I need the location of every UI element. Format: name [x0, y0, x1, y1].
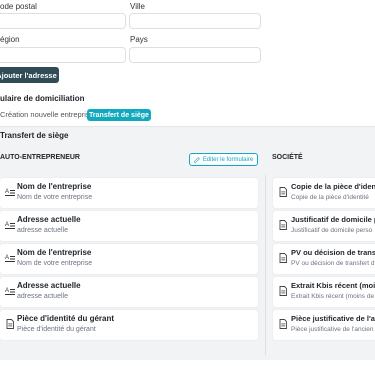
add-address-button[interactable]: Ajouter l'adresse [0, 67, 59, 83]
card-title: PV ou décision de transf [291, 248, 375, 257]
document-icon [6, 319, 14, 329]
postal-code-label: ode postal [0, 2, 37, 11]
card-subtitle: adresse actuelle [17, 227, 68, 234]
auto-card-company-name-2[interactable]: A Nom de l'entreprise Nom de votre entre… [0, 244, 258, 274]
city-input[interactable] [129, 13, 261, 29]
edit-form-label: Editer le formulaire [202, 156, 254, 163]
card-subtitle: Pièce d'identité du gérant [17, 326, 96, 333]
card-title: Adresse actuelle [17, 281, 81, 290]
document-icon [279, 253, 287, 263]
card-subtitle: Nom de votre entreprise [17, 260, 93, 267]
text-field-icon: A [5, 288, 15, 295]
societe-card-kbis[interactable]: Extrait Kbis récent (moins Extrait Kbis … [273, 277, 375, 307]
document-icon [279, 319, 287, 329]
svg-text:A: A [5, 222, 9, 228]
region-label: égion [0, 35, 20, 44]
auto-card-current-address-2[interactable]: A Adresse actuelle adresse actuelle [0, 277, 258, 307]
card-subtitle: Extrait Kbis récent (moins de [291, 293, 375, 300]
card-title: Nom de l'entreprise [17, 182, 92, 191]
text-field-icon: A [5, 222, 15, 229]
edit-form-button[interactable]: Editer le formulaire [189, 153, 258, 166]
auto-card-manager-id[interactable]: Pièce d'identité du gérant Pièce d'ident… [0, 310, 258, 340]
societe-title: SOCIÉTÉ [272, 154, 303, 161]
card-subtitle: adresse actuelle [17, 293, 68, 300]
card-title: Pièce justificative de l'an [291, 314, 375, 323]
card-title: Extrait Kbis récent (moins [291, 281, 375, 290]
card-subtitle: Pièce justificative de l'ancien [291, 326, 374, 333]
tab-transfer[interactable]: Transfert de siège [87, 109, 151, 121]
document-icon [279, 286, 287, 296]
societe-card-transfer-decision[interactable]: PV ou décision de transf PV ou décision … [273, 244, 375, 274]
text-field-icon: A [5, 255, 15, 262]
societe-card-former-proof[interactable]: Pièce justificative de l'an Pièce justif… [273, 310, 375, 340]
postal-code-input[interactable] [0, 13, 126, 29]
card-subtitle: Nom de votre entreprise [17, 194, 93, 201]
country-input[interactable] [129, 47, 261, 63]
country-label: Pays [130, 35, 148, 44]
card-subtitle: PV ou décision de transfert d [291, 260, 375, 267]
panel-title: Transfert de siège [0, 131, 69, 140]
auto-card-company-name[interactable]: A Nom de l'entreprise Nom de votre entre… [0, 178, 258, 208]
societe-card-id-copy[interactable]: Copie de la pièce d'identi Copie de la p… [273, 178, 375, 208]
text-field-icon: A [5, 189, 15, 196]
card-title: Adresse actuelle [17, 215, 81, 224]
societe-card-proof-of-address[interactable]: Justificatif de domicile p Justificatif … [273, 211, 375, 241]
document-icon [279, 187, 287, 197]
tab-new-company[interactable]: Création nouvelle entreprise [0, 110, 94, 119]
region-input[interactable] [0, 47, 126, 63]
column-divider [265, 175, 266, 355]
svg-text:A: A [5, 255, 9, 261]
card-title: Copie de la pièce d'identi [291, 182, 375, 191]
pencil-icon [194, 156, 200, 163]
auto-card-current-address[interactable]: A Adresse actuelle adresse actuelle [0, 211, 258, 241]
card-title: Justificatif de domicile p [291, 215, 375, 224]
card-title: Pièce d'identité du gérant [17, 314, 115, 323]
document-icon [279, 220, 287, 230]
svg-text:A: A [5, 189, 9, 195]
city-label: Ville [130, 2, 145, 11]
card-subtitle: Justificatif de domicile perso [291, 227, 373, 234]
card-title: Nom de l'entreprise [17, 248, 92, 257]
svg-text:A: A [5, 288, 9, 294]
domiciliation-form-title: ulaire de domiciliation [0, 94, 85, 103]
auto-entrepreneur-title: AUTO-ENTREPRENEUR [0, 154, 80, 161]
card-subtitle: Copie de la pièce d'identité [291, 194, 369, 201]
